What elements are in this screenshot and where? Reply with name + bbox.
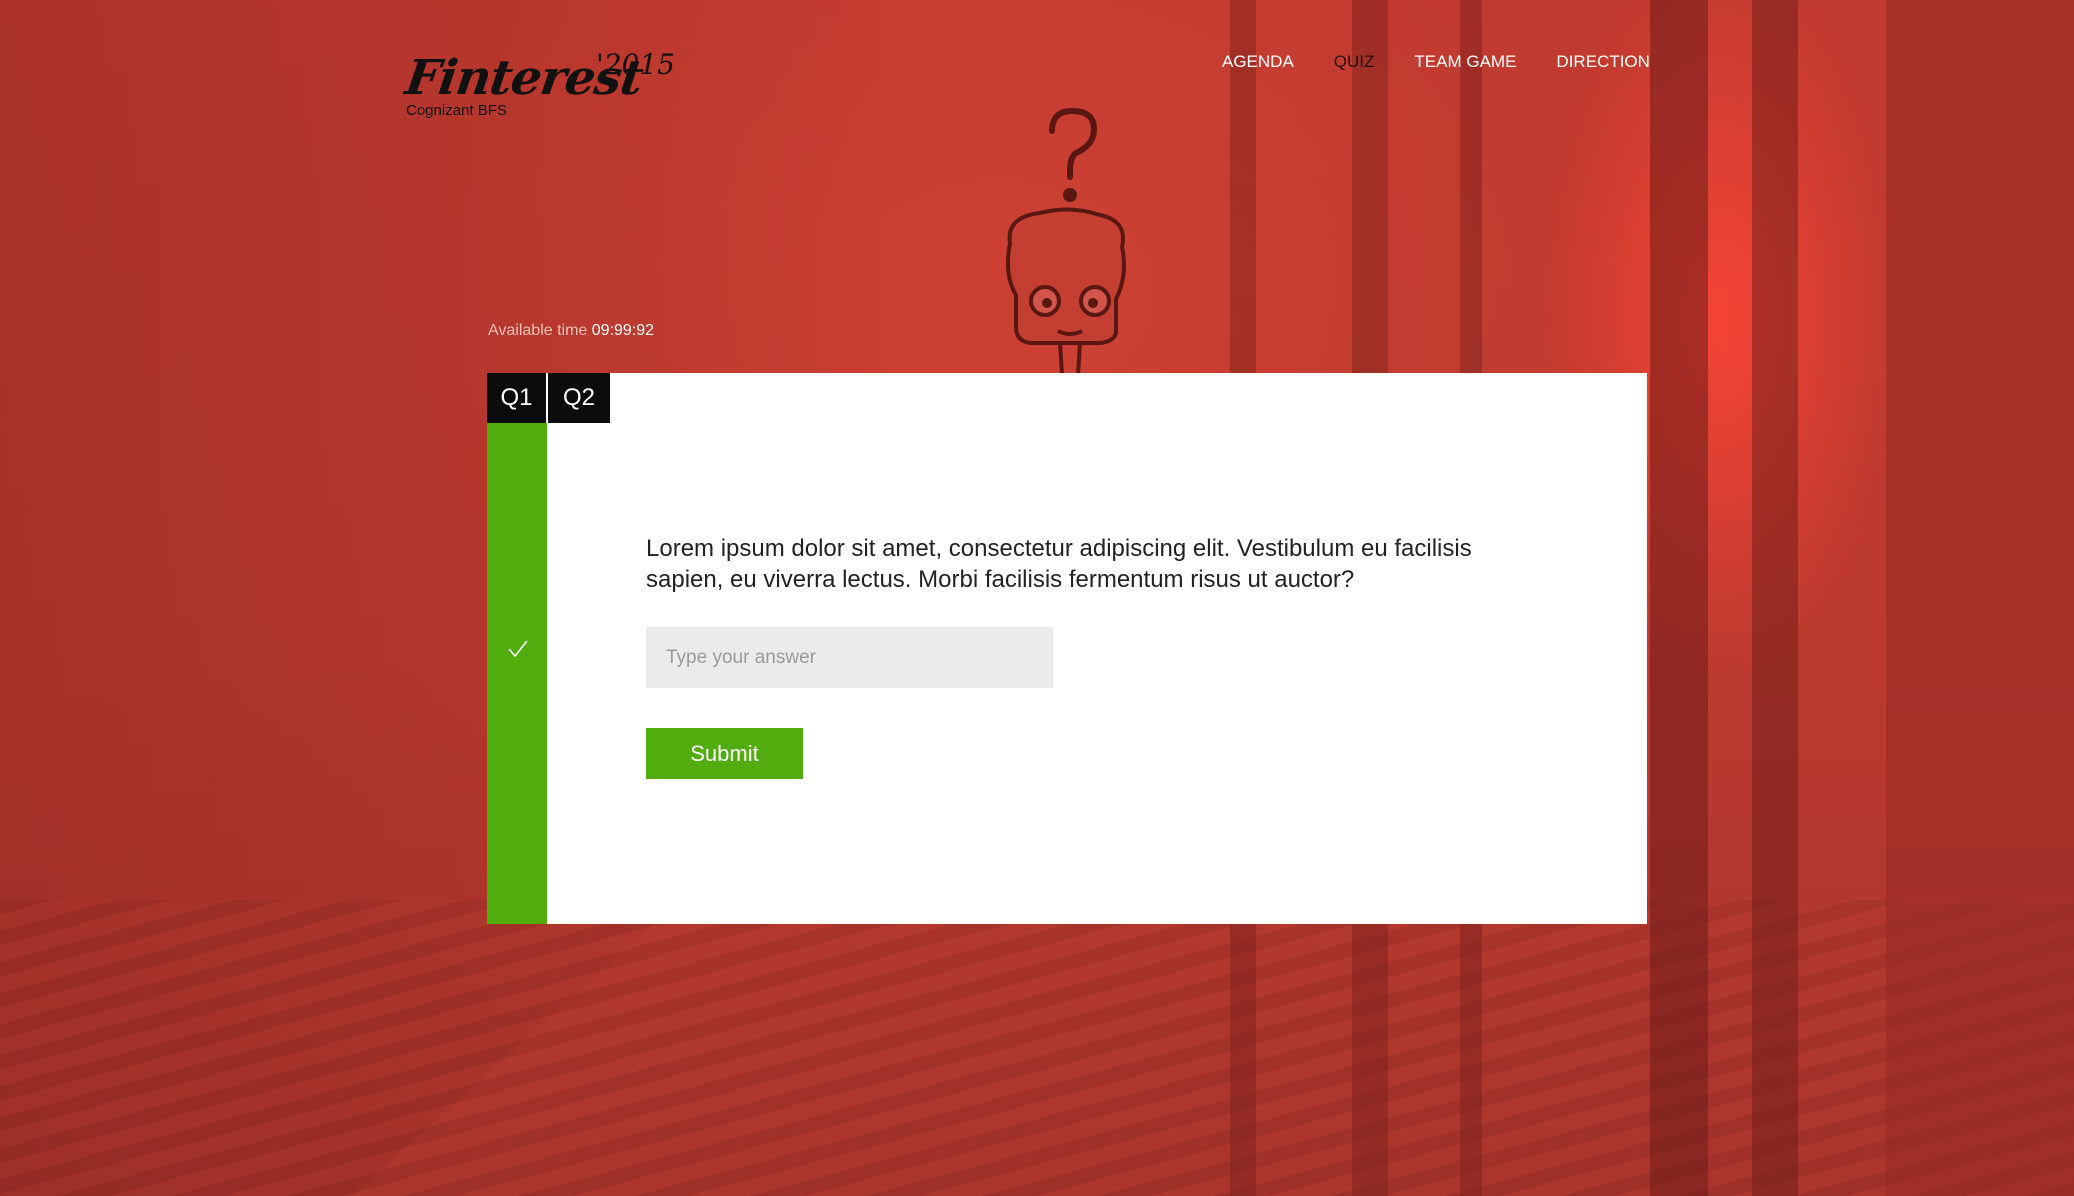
tab-q2[interactable]: Q2 xyxy=(548,373,610,423)
checkmark-icon xyxy=(508,640,528,658)
nav-item-agenda[interactable]: AGENDA xyxy=(1222,52,1294,72)
question-text: Lorem ipsum dolor sit amet, consectetur … xyxy=(646,535,1472,593)
brand-year: '2015 xyxy=(596,48,675,81)
timer-value: 09:99:92 xyxy=(591,322,655,339)
main-nav: AGENDA QUIZ TEAM GAME DIRECTION xyxy=(1222,52,1690,72)
answer-input[interactable] xyxy=(646,627,1053,688)
available-time: Available time 09:99:92 xyxy=(488,322,654,340)
brand-logo[interactable]: Finterest '2015 Cognizant BFS xyxy=(402,48,675,119)
nav-item-team-game[interactable]: TEAM GAME xyxy=(1414,52,1516,72)
tab-q1[interactable]: Q1 xyxy=(487,373,546,423)
nav-item-direction[interactable]: DIRECTION xyxy=(1556,52,1650,72)
question-tabs: Q1 Q2 xyxy=(487,373,612,423)
submit-button[interactable]: Submit xyxy=(646,728,803,779)
nav-item-quiz[interactable]: QUIZ xyxy=(1334,52,1375,72)
mascot-illustration xyxy=(1006,107,1126,375)
timer-label: Available time xyxy=(488,322,588,339)
answer-status-bar xyxy=(487,423,547,924)
